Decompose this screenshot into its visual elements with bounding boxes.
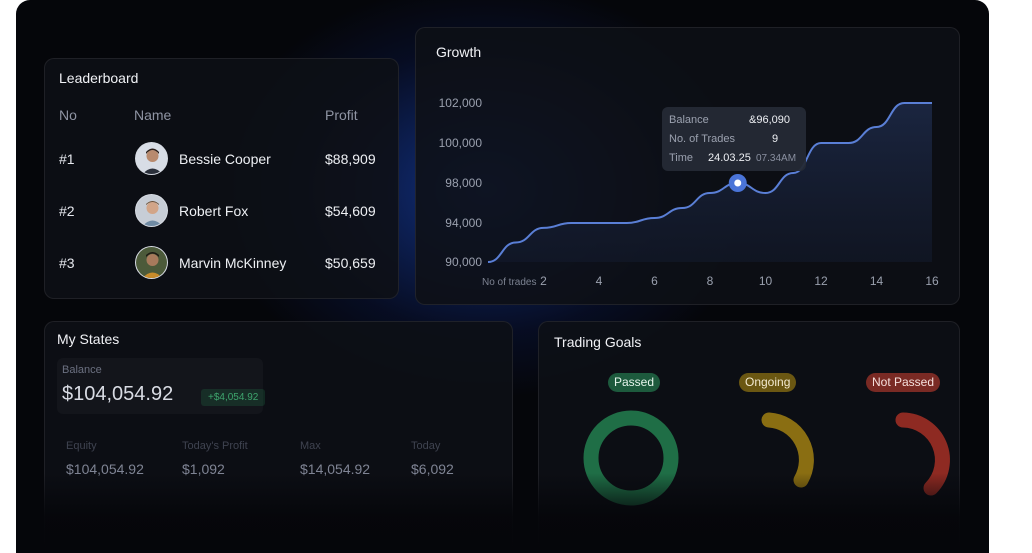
rank: #2	[59, 203, 75, 219]
stat-max: Max $14,054.92	[300, 440, 370, 477]
column-header-name: Name	[134, 107, 172, 123]
balance-change-badge: +$4,054.92	[201, 389, 266, 406]
stat-label: Today	[411, 440, 441, 452]
goal-ring-not-passed	[895, 412, 950, 496]
my-states-title: My States	[57, 331, 120, 347]
trader-name: Robert Fox	[179, 203, 249, 219]
rank: #1	[59, 151, 75, 167]
leaderboard-card: Leaderboard No Name Profit #1 Bessie Coo…	[44, 58, 399, 299]
column-header-no: No	[59, 107, 77, 123]
leaderboard-row[interactable]: #1 Bessie Cooper $88,909	[45, 139, 398, 179]
avatar	[135, 246, 168, 279]
column-header-profit: Profit	[325, 107, 358, 123]
trader-profit: $88,909	[325, 151, 376, 167]
stat-value: $14,054.92	[300, 461, 371, 477]
trader-profit: $54,609	[325, 203, 376, 219]
trader-profit: $50,659	[325, 255, 376, 271]
x-tick-label: 16	[925, 274, 939, 288]
my-states-card: My States Balance $104,054.92 +$4,054.92…	[44, 321, 513, 553]
goal-rings	[583, 410, 950, 506]
x-tick-label: 6	[651, 274, 658, 288]
x-tick-label: 8	[707, 274, 714, 288]
tooltip-time-label: Time	[669, 152, 693, 164]
growth-card: Growth 102,000 100,000 98,000 94,000 90,000 2…	[415, 27, 960, 305]
tooltip-balance-value: &96,090	[749, 114, 790, 126]
y-tick-label: 94,000	[445, 216, 482, 230]
tooltip-time-date: 24.03.25	[708, 152, 751, 164]
stat-todays-profit: Today's Profit $1,092	[182, 440, 248, 477]
rank: #3	[59, 255, 75, 271]
leaderboard-row[interactable]: #3 Marvin McKinney $50,659	[45, 243, 398, 283]
x-axis-label: No of trades	[482, 277, 536, 288]
stat-equity: Equity $104,054.92	[66, 440, 144, 477]
trader-name: Marvin McKinney	[179, 255, 287, 271]
growth-chart: 102,000 100,000 98,000 94,000 90,000 2 4 6 8 10 12…	[439, 96, 939, 288]
balance-value: $104,054.92	[62, 383, 174, 405]
leaderboard-title: Leaderboard	[59, 70, 139, 86]
tooltip-time-clock: 07.34AM	[756, 153, 796, 164]
stat-today: Today $6,092	[411, 440, 454, 477]
y-tick-label: 102,000	[439, 96, 483, 110]
tooltip-trades-value: 9	[772, 133, 778, 145]
balance-box: Balance $104,054.92 +$4,054.92	[57, 358, 266, 414]
x-tick-label: 10	[759, 274, 773, 288]
stat-value: $104,054.92	[66, 461, 144, 477]
y-tick-label: 98,000	[445, 176, 482, 190]
highlight-point-center	[734, 179, 742, 187]
tooltip-balance-label: Balance	[669, 114, 709, 126]
balance-label: Balance	[62, 364, 102, 376]
y-tick-label: 90,000	[445, 255, 482, 269]
stat-value: $6,092	[411, 461, 454, 477]
stat-label: Today's Profit	[182, 440, 248, 452]
x-tick-label: 14	[870, 274, 884, 288]
x-tick-label: 12	[814, 274, 828, 288]
leaderboard-row[interactable]: #2 Robert Fox $54,609	[45, 191, 398, 231]
y-tick-label: 100,000	[439, 136, 483, 150]
tooltip-trades-label: No. of Trades	[669, 133, 736, 145]
stat-value: $1,092	[182, 461, 225, 477]
goal-ring-ongoing	[761, 412, 814, 488]
trading-goals-card: Trading Goals Passed Ongoing Not Passed	[538, 321, 960, 553]
dashboard-screen: Leaderboard No Name Profit #1 Bessie Coo…	[16, 0, 989, 553]
avatar	[135, 194, 168, 227]
trader-name: Bessie Cooper	[179, 151, 271, 167]
x-tick-label: 4	[596, 274, 603, 288]
stat-label: Max	[300, 440, 321, 452]
avatar	[135, 142, 168, 175]
goal-ring-passed	[583, 410, 679, 506]
stat-label: Equity	[66, 440, 97, 452]
x-tick-label: 2	[540, 274, 547, 288]
